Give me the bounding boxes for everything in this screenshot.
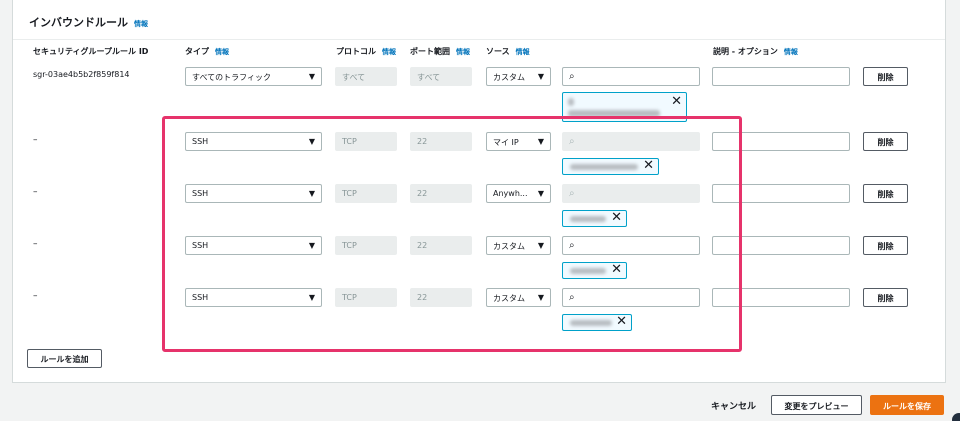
description-input[interactable] [712, 67, 850, 86]
corner-indicator [952, 413, 960, 421]
info-link[interactable]: 情報 [516, 48, 530, 56]
type-select[interactable]: すべてのトラフィック ▼ [185, 67, 322, 86]
info-link[interactable]: 情報 [456, 48, 470, 56]
col-header-type: タイプ 情報 [185, 47, 229, 56]
panel-header: インバウンドルール 情報 [13, 0, 945, 40]
rule-id: – [33, 239, 38, 249]
col-header-source: ソース 情報 [486, 47, 530, 56]
redacted-value [568, 98, 574, 106]
rule-id: – [33, 291, 38, 301]
caret-down-icon: ▼ [537, 72, 544, 81]
info-link[interactable]: 情報 [382, 48, 396, 56]
close-icon[interactable]: ✕ [671, 94, 682, 109]
save-rules-button[interactable]: ルールを保存 [870, 395, 944, 415]
port-range-field: すべて [410, 67, 472, 86]
annotation-highlight-box [162, 116, 742, 352]
protocol-field: すべて [335, 67, 397, 86]
cancel-button[interactable]: キャンセル [711, 399, 756, 412]
source-select[interactable]: カスタム ▼ [486, 67, 551, 86]
preview-changes-button[interactable]: 変更をプレビュー [771, 395, 862, 415]
info-link[interactable]: 情報 [215, 48, 229, 56]
col-header-protocol: プロトコル 情報 [336, 47, 396, 56]
delete-button[interactable]: 削除 [863, 184, 908, 203]
search-icon: ⌕ [569, 71, 575, 82]
info-link[interactable]: 情報 [134, 20, 148, 28]
rule-id: sgr-03ae4b5b2f859f814 [33, 70, 130, 79]
col-header-port: ポート範囲 情報 [410, 47, 470, 56]
rule-id: – [33, 135, 38, 145]
panel-title: インバウンドルール 情報 [29, 16, 148, 29]
delete-button[interactable]: 削除 [863, 288, 908, 307]
add-rule-button[interactable]: ルールを追加 [27, 349, 102, 368]
rule-id: – [33, 187, 38, 197]
source-search-input[interactable]: ⌕ [562, 67, 700, 86]
info-link[interactable]: 情報 [784, 48, 798, 56]
delete-button[interactable]: 削除 [863, 132, 908, 151]
delete-button[interactable]: 削除 [863, 236, 908, 255]
col-header-rule-id: セキュリティグループルール ID [33, 47, 149, 56]
delete-button[interactable]: 削除 [863, 67, 908, 86]
col-header-description: 説明 - オプション 情報 [713, 47, 798, 56]
caret-down-icon: ▼ [308, 72, 315, 81]
